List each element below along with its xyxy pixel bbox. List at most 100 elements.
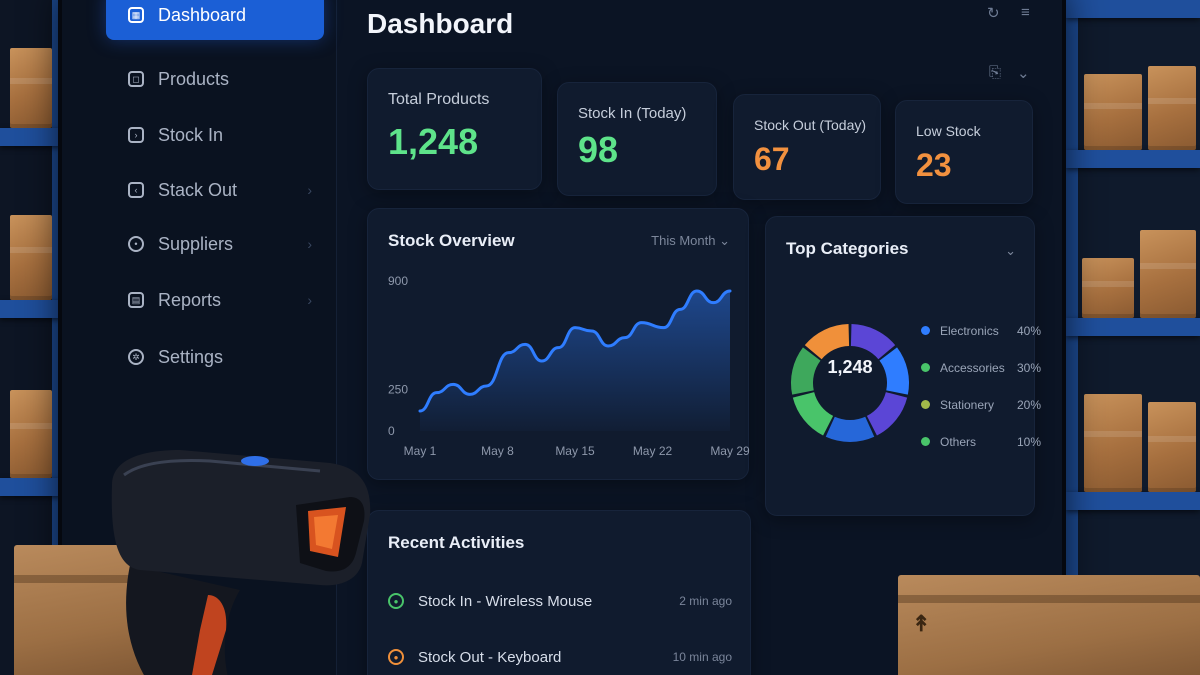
sidebar-item-label: Suppliers <box>158 233 234 254</box>
stock-in-icon: ● <box>388 593 404 609</box>
left-shelf-beam <box>0 478 62 496</box>
gear-icon: ✲ <box>128 349 144 365</box>
sidebar-item-reports[interactable]: ▤ Reports › <box>106 275 324 325</box>
sidebar-item-stock-out[interactable]: ‹ Stack Out › <box>106 165 324 215</box>
sidebar-item-label: Reports <box>158 289 222 310</box>
cardboard-box: ↟ <box>898 575 1200 675</box>
recent-activities-card: Recent Activities ● Stock In - Wireless … <box>367 510 751 675</box>
cardboard-box <box>10 390 52 478</box>
right-shelf-beam <box>1066 318 1200 336</box>
sidebar-item-products[interactable]: ◻ Products <box>106 54 324 104</box>
stat-label: Stock Out (Today) <box>754 117 867 133</box>
legend-percent: 40% <box>1016 323 1041 338</box>
right-shelf-beam <box>1066 150 1200 168</box>
legend-label: Accessories <box>940 360 1005 375</box>
fragile-glyph: ↟ <box>912 611 931 636</box>
sidebar-item-label: Stock In <box>158 124 224 145</box>
stock-area-fill <box>420 291 730 431</box>
y-tick-label: 900 <box>388 274 408 288</box>
legend-item: Stationery 20% <box>921 386 1041 423</box>
legend-percent: 20% <box>1016 397 1041 412</box>
sidebar-item-settings[interactable]: ✲ Settings <box>106 332 324 382</box>
x-tick-label: May 29 <box>710 444 750 458</box>
stat-label: Total Products <box>388 91 490 108</box>
chevron-right-icon: › <box>307 292 312 308</box>
legend-swatch <box>921 363 930 372</box>
y-tick-label: 0 <box>388 424 395 438</box>
donut-center-value: 1,248 <box>827 357 873 377</box>
stat-label: Low Stock <box>916 123 981 139</box>
stat-value: 67 <box>754 141 790 177</box>
box-icon: ◻ <box>128 71 144 87</box>
export-icon[interactable]: ⎘ <box>989 64 1001 81</box>
cardboard-box <box>1084 74 1142 150</box>
arrow-in-icon: › <box>128 127 144 143</box>
legend-item: Electronics 40% <box>921 312 1041 349</box>
main-content: Dashboard ↻ ≡ ⎘ ⌄ Total Products 1,248 S… <box>337 0 1062 675</box>
legend-swatch <box>921 437 930 446</box>
card-title: Recent Activities <box>388 533 525 552</box>
right-shelf-beam <box>1066 0 1200 18</box>
x-tick-label: May 8 <box>481 444 514 458</box>
stock-out-icon: ● <box>388 649 404 665</box>
cardboard-box <box>1140 230 1196 318</box>
left-shelf-beam <box>0 300 62 318</box>
activity-time: 2 min ago <box>679 594 732 608</box>
sidebar-item-label: Settings <box>158 346 224 367</box>
truck-icon: • <box>128 236 144 252</box>
activity-text: Stock Out - Keyboard <box>418 648 562 666</box>
donut-slice <box>866 391 908 436</box>
activity-text: Stock In - Wireless Mouse <box>418 592 593 610</box>
sidebar-item-label: Dashboard <box>158 4 247 25</box>
stat-card-stock-out[interactable]: Stock Out (Today) 67 <box>733 94 881 200</box>
cardboard-box <box>1148 402 1196 492</box>
category-legend: Electronics 40% Accessories 30% Statione… <box>921 312 1041 460</box>
legend-percent: 30% <box>1016 360 1041 375</box>
stat-value: 23 <box>916 147 952 183</box>
legend-swatch <box>921 326 930 335</box>
sidebar-item-stock-in[interactable]: › Stock In <box>106 110 324 160</box>
x-tick-label: May 1 <box>404 444 437 458</box>
cardboard-box <box>1084 394 1142 492</box>
cardboard-box <box>1148 66 1196 150</box>
refresh-icon[interactable]: ↻ <box>987 4 1000 22</box>
sidebar-item-label: Products <box>158 68 230 89</box>
donut-slice <box>792 391 834 436</box>
cardboard-box <box>10 215 52 300</box>
arrow-out-icon: ‹ <box>128 182 144 198</box>
stat-card-total-products[interactable]: Total Products 1,248 <box>367 68 542 190</box>
dashboard-icon: ▦ <box>128 7 144 23</box>
donut-slice <box>825 416 875 442</box>
right-shelf-beam <box>1066 492 1200 510</box>
chevron-down-icon[interactable]: ⌄ <box>1017 64 1030 82</box>
page-title: Dashboard <box>367 8 514 39</box>
top-categories-card: Top Categories ⌄ 1,248 Electronics 40% A… <box>765 216 1041 516</box>
x-tick-label: May 15 <box>555 444 595 458</box>
stat-value: 1,248 <box>388 121 479 162</box>
right-shelf-upright <box>1066 0 1078 600</box>
sidebar-item-suppliers[interactable]: • Suppliers › <box>106 219 324 269</box>
legend-label: Electronics <box>940 323 999 338</box>
cardboard-box <box>1082 258 1134 318</box>
menu-icon[interactable]: ≡ <box>1021 4 1030 21</box>
legend-label: Stationery <box>940 397 995 412</box>
chevron-right-icon: › <box>307 182 312 198</box>
stat-label: Stock In (Today) <box>578 105 687 122</box>
sidebar-item-label: Stack Out <box>158 179 238 200</box>
activity-item[interactable]: ● Stock Out - Keyboard 10 min ago <box>388 639 732 675</box>
legend-item: Others 10% <box>921 423 1041 460</box>
barcode-scanner <box>111 450 371 675</box>
legend-label: Others <box>940 434 977 449</box>
legend-item: Accessories 30% <box>921 349 1041 386</box>
report-icon: ▤ <box>128 292 144 308</box>
activity-item[interactable]: ● Stock In - Wireless Mouse 2 min ago <box>388 583 732 619</box>
stat-card-low-stock[interactable]: Low Stock 23 <box>895 100 1033 204</box>
cardboard-box <box>10 48 52 128</box>
stat-value: 98 <box>578 129 619 170</box>
sidebar-item-dashboard[interactable]: ▦ Dashboard <box>106 0 324 40</box>
stat-card-stock-in[interactable]: Stock In (Today) 98 <box>557 82 717 196</box>
chevron-right-icon: › <box>307 236 312 252</box>
donut-slice <box>850 324 896 360</box>
donut-slice <box>804 324 850 360</box>
stock-overview-chart: 900 250 0 May 1 May 8 May 15 May 22 May 29 <box>388 274 750 458</box>
